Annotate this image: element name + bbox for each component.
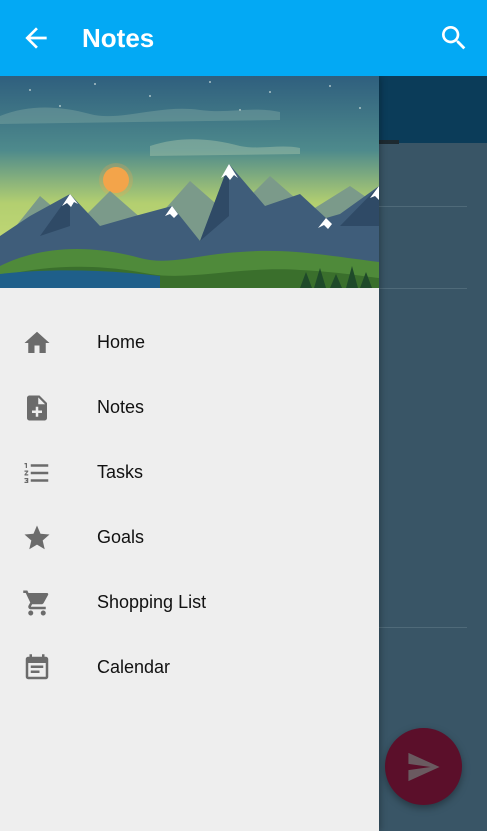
arrow-back-icon[interactable] — [20, 22, 52, 54]
drawer-header-image — [0, 76, 379, 288]
navigation-drawer: Home Notes Tasks Goals Shopping List Cal… — [0, 76, 379, 831]
app-bar: Notes — [0, 0, 487, 76]
list-divider — [379, 288, 467, 289]
drawer-menu: Home Notes Tasks Goals Shopping List Cal… — [0, 309, 379, 699]
home-icon — [24, 331, 50, 353]
search-icon[interactable] — [438, 22, 470, 54]
drawer-item-label: Shopping List — [97, 592, 207, 612]
content-header-band — [379, 76, 487, 143]
send-icon — [408, 752, 440, 782]
send-fab-button[interactable] — [385, 728, 462, 805]
list-divider — [379, 206, 467, 207]
content-shadow — [379, 140, 399, 144]
drawer-item-label: Home — [97, 332, 146, 352]
page-title: Notes — [82, 23, 155, 53]
drawer-item-calendar[interactable]: Calendar — [0, 634, 379, 699]
mountain-landscape-image — [0, 76, 379, 288]
drawer-item-notes[interactable]: Notes — [0, 374, 379, 439]
star-icon — [24, 525, 50, 550]
main-content-scrim[interactable] — [379, 76, 487, 831]
drawer-item-label: Notes — [97, 397, 145, 417]
drawer-item-label: Calendar — [97, 657, 171, 677]
drawer-item-tasks[interactable]: Tasks — [0, 439, 379, 504]
cart-icon — [23, 590, 49, 616]
drawer-item-label: Goals — [97, 527, 145, 547]
drawer-item-label: Tasks — [97, 462, 144, 482]
list-icon — [24, 463, 49, 483]
drawer-item-shopping-list[interactable]: Shopping List — [0, 569, 379, 634]
list-divider — [379, 627, 467, 628]
note-add-icon — [27, 395, 47, 421]
drawer-item-goals[interactable]: Goals — [0, 504, 379, 569]
drawer-item-home[interactable]: Home — [0, 309, 379, 374]
calendar-icon — [25, 654, 49, 680]
